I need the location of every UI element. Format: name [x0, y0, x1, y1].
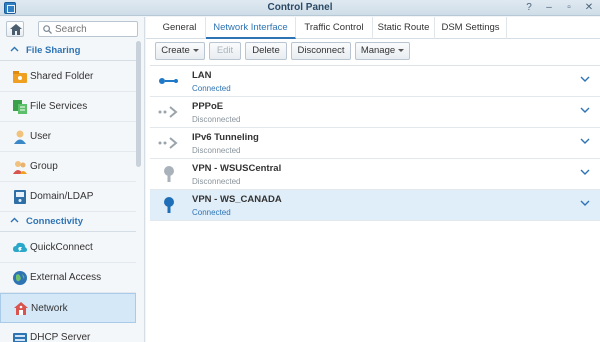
pppoe-icon	[158, 106, 178, 118]
window-controls: ? – ▫ ✕	[522, 1, 596, 14]
chevron-down-icon[interactable]	[580, 200, 590, 206]
sidebar-item-label: Network	[31, 303, 68, 314]
sidebar-scrollbar[interactable]	[136, 41, 141, 167]
file-services-icon	[13, 100, 27, 114]
chevron-up-icon	[10, 217, 19, 223]
sidebar-item-label: Shared Folder	[30, 71, 94, 82]
chevron-down-icon[interactable]	[580, 169, 590, 175]
minimize-button[interactable]: –	[542, 1, 556, 14]
help-button[interactable]: ?	[522, 1, 536, 14]
manage-button[interactable]: Manage	[355, 42, 410, 60]
home-icon	[10, 24, 22, 35]
network-icon	[14, 302, 28, 315]
create-button[interactable]: Create	[155, 42, 205, 60]
chevron-down-icon[interactable]	[580, 76, 590, 82]
create-button-label: Create	[161, 45, 190, 56]
close-button[interactable]: ✕	[582, 1, 596, 14]
sidebar-item-label: DHCP Server	[30, 332, 91, 342]
sidebar: File Sharing Shared Folder File Services…	[0, 17, 145, 342]
interface-status: Disconnected	[192, 146, 241, 155]
group-icon	[13, 161, 27, 174]
sidebar-item-label: Domain/LDAP	[30, 191, 94, 202]
sidebar-item-network[interactable]: Network	[0, 293, 136, 323]
manage-button-label: Manage	[360, 45, 396, 56]
interface-row[interactable]: PPPoE Disconnected	[150, 97, 600, 128]
tab-traffic-control[interactable]: Traffic Control	[296, 17, 373, 39]
section-label: Connectivity	[26, 216, 84, 227]
control-panel-window: Control Panel ? – ▫ ✕ File Sharing Share…	[0, 0, 600, 342]
sidebar-item-quickconnect[interactable]: QuickConnect	[0, 233, 136, 263]
toolbar: Create Edit Delete Disconnect Manage	[146, 40, 600, 65]
home-button[interactable]	[6, 21, 24, 37]
domain-ldap-icon	[14, 190, 26, 204]
interface-status: Disconnected	[192, 177, 241, 186]
interface-row[interactable]: VPN - WS_CANADA Connected	[150, 190, 600, 221]
search-icon	[43, 25, 52, 34]
vpn-icon	[164, 197, 174, 213]
chevron-up-icon	[10, 46, 19, 52]
lan-icon	[159, 78, 178, 84]
interface-name: IPv6 Tunneling	[192, 132, 259, 143]
interface-row[interactable]: LAN Connected	[150, 66, 600, 97]
sidebar-item-label: QuickConnect	[30, 242, 93, 253]
interface-name: PPPoE	[192, 101, 224, 112]
sidebar-item-shared-folder[interactable]: Shared Folder	[0, 62, 136, 92]
sidebar-item-file-services[interactable]: File Services	[0, 92, 136, 122]
interface-row[interactable]: VPN - WSUSCentral Disconnected	[150, 159, 600, 190]
quickconnect-icon	[13, 242, 27, 252]
interface-row[interactable]: IPv6 Tunneling Disconnected	[150, 128, 600, 159]
search-input[interactable]	[55, 23, 135, 35]
sidebar-item-label: File Services	[30, 101, 88, 112]
dhcp-server-icon	[13, 333, 27, 342]
tab-dsm-settings[interactable]: DSM Settings	[435, 17, 507, 39]
section-file-sharing[interactable]: File Sharing	[0, 41, 136, 61]
tab-general[interactable]: General	[154, 17, 206, 39]
shared-folder-icon	[13, 71, 27, 83]
caret-down-icon	[192, 48, 199, 52]
sidebar-item-label: Group	[30, 161, 58, 172]
tab-bar: General Network Interface Traffic Contro…	[146, 17, 600, 39]
sidebar-item-user[interactable]: User	[0, 122, 136, 152]
interface-name: VPN - WS_CANADA	[192, 194, 282, 205]
sidebar-item-external-access[interactable]: External Access	[0, 263, 136, 293]
vpn-icon	[164, 166, 174, 182]
tab-static-route[interactable]: Static Route	[373, 17, 435, 39]
ipv6-tunnel-icon	[158, 137, 178, 149]
chevron-down-icon[interactable]	[580, 138, 590, 144]
user-icon	[14, 130, 26, 144]
window-title: Control Panel	[267, 2, 333, 13]
interface-status: Connected	[192, 208, 231, 217]
sidebar-list: File Sharing Shared Folder File Services…	[0, 41, 145, 342]
section-label: File Sharing	[26, 45, 81, 56]
maximize-button[interactable]: ▫	[562, 1, 576, 14]
chevron-down-icon[interactable]	[580, 107, 590, 113]
disconnect-button[interactable]: Disconnect	[291, 42, 351, 60]
delete-button[interactable]: Delete	[245, 42, 287, 60]
title-bar: Control Panel ? – ▫ ✕	[0, 0, 600, 16]
caret-down-icon	[398, 48, 405, 52]
interface-name: VPN - WSUSCentral	[192, 163, 282, 174]
section-connectivity[interactable]: Connectivity	[0, 212, 136, 232]
interface-status: Disconnected	[192, 115, 241, 124]
sidebar-item-label: External Access	[30, 272, 102, 283]
interface-list: LAN Connected PPPoE Disconnected IPv6 Tu…	[150, 65, 600, 342]
sidebar-item-dhcp-server[interactable]: DHCP Server	[0, 323, 136, 342]
sidebar-item-group[interactable]: Group	[0, 152, 136, 182]
main-panel: General Network Interface Traffic Contro…	[146, 17, 600, 342]
search-box[interactable]	[38, 21, 138, 37]
interface-name: LAN	[192, 70, 212, 81]
interface-status: Connected	[192, 84, 231, 93]
sidebar-item-domain-ldap[interactable]: Domain/LDAP	[0, 182, 136, 212]
edit-button[interactable]: Edit	[209, 42, 241, 60]
tab-network-interface[interactable]: Network Interface	[206, 17, 296, 39]
external-access-icon	[13, 271, 27, 285]
sidebar-item-label: User	[30, 131, 52, 142]
